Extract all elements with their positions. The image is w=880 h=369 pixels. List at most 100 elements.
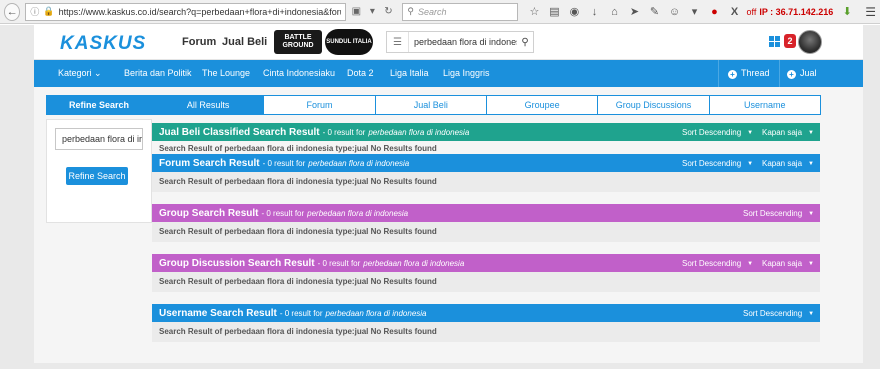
- browser-search-input[interactable]: ⚲ Search: [402, 2, 519, 21]
- caret-down-icon: ▼: [808, 161, 814, 167]
- section-body-group-discussion: Search Result of perbedaan flora di indo…: [152, 272, 820, 292]
- tab-group-discussions[interactable]: Group Discussions: [597, 95, 710, 115]
- time-dropdown[interactable]: Kapan saja ▼: [762, 159, 814, 168]
- section-body-username: Search Result of perbedaan flora di indo…: [152, 322, 820, 342]
- download-icon[interactable]: ↓: [584, 6, 604, 18]
- site-header: KASKUS Forum Jual Beli BATTLE GROUND SUN…: [34, 25, 863, 60]
- section-header-jual-beli: Jual Beli Classified Search Result - 0 r…: [152, 123, 820, 141]
- result-tabs: All Results Forum Jual Beli Groupee Grou…: [152, 95, 821, 115]
- nav-item-cinta-indonesiaku[interactable]: Cinta Indonesiaku: [263, 68, 335, 78]
- time-dropdown[interactable]: Kapan saja ▼: [762, 128, 814, 137]
- nav-item-liga-italia[interactable]: Liga Italia: [390, 68, 429, 78]
- pocket-icon[interactable]: ◉: [564, 5, 584, 18]
- refine-search-input[interactable]: perbedaan flora di ir: [55, 128, 143, 150]
- section-body-group: Search Result of perbedaan flora di indo…: [152, 222, 820, 242]
- notification-badge[interactable]: 2: [784, 34, 796, 48]
- sundul-italia-badge[interactable]: SUNDUL ITALIA: [325, 29, 373, 55]
- plus-icon: +: [728, 70, 737, 79]
- thread-label: Thread: [741, 68, 770, 78]
- extension-icon[interactable]: ▣: [348, 6, 364, 17]
- tab-forum[interactable]: Forum: [263, 95, 376, 115]
- caret-down-icon: ▼: [808, 311, 815, 317]
- star-icon[interactable]: ☆: [524, 5, 544, 18]
- site-search[interactable]: ☰ perbedaan flora di indonesia ⚲: [386, 31, 534, 53]
- nav-item-dota-2[interactable]: Dota 2: [347, 68, 374, 78]
- section-header-forum: Forum Search Result - 0 result for perbe…: [152, 154, 820, 172]
- new-thread-button[interactable]: + Thread: [728, 68, 770, 79]
- hamburger-menu-icon[interactable]: ☰: [865, 5, 876, 19]
- section-count: - 0 result for: [317, 258, 361, 268]
- section-query: perbedaan flora di indonesia: [308, 158, 410, 168]
- x-icon[interactable]: X: [724, 6, 744, 18]
- apps-grid-icon[interactable]: [769, 36, 780, 47]
- ip-off-label: off: [746, 6, 757, 17]
- reading-list-icon[interactable]: ▤: [544, 5, 564, 18]
- section-title: Username Search Result: [159, 307, 277, 319]
- section-title: Forum Search Result: [159, 157, 260, 169]
- address-bar[interactable]: ⓘ 🔒 https://www.kaskus.co.id/search?q=pe…: [25, 2, 347, 21]
- sort-dropdown[interactable]: Sort Descending ▼: [682, 159, 753, 168]
- kaskus-page: KASKUS Forum Jual Beli BATTLE GROUND SUN…: [34, 25, 863, 363]
- avatar[interactable]: [798, 30, 822, 54]
- section-count: - 0 result for: [261, 208, 305, 218]
- sort-label: Sort Descending: [743, 309, 803, 318]
- chevron-down-icon: ⌄: [94, 68, 102, 78]
- url-text: https://www.kaskus.co.id/search?q=perbed…: [58, 6, 342, 17]
- site-search-input[interactable]: perbedaan flora di indonesia: [409, 37, 517, 47]
- kaskus-logo[interactable]: KASKUS: [60, 33, 146, 55]
- section-count: - 0 result for: [279, 308, 323, 318]
- tab-groupee[interactable]: Groupee: [485, 95, 599, 115]
- search-icon: ⚲: [407, 6, 414, 16]
- caret-down-icon: ▼: [747, 261, 754, 267]
- section-title: Group Discussion Search Result: [159, 257, 315, 269]
- back-icon[interactable]: ←: [4, 2, 21, 21]
- sort-dropdown[interactable]: Sort Descending ▼: [743, 209, 814, 218]
- section-query: perbedaan flora di indonesia: [325, 308, 427, 318]
- section-body-forum: Search Result of perbedaan flora di indo…: [152, 172, 820, 192]
- battleground-badge[interactable]: BATTLE GROUND: [274, 30, 322, 54]
- nav-divider: [718, 60, 719, 87]
- page-background: KASKUS Forum Jual Beli BATTLE GROUND SUN…: [0, 25, 880, 369]
- search-menu-icon[interactable]: ☰: [387, 32, 409, 52]
- time-dropdown[interactable]: Kapan saja ▼: [762, 259, 814, 268]
- emoji-icon[interactable]: ☺: [664, 6, 684, 18]
- section-count: - 0 result for: [262, 158, 306, 168]
- refine-panel: perbedaan flora di ir Refine Search: [46, 119, 152, 223]
- section-header-group-discussion: Group Discussion Search Result - 0 resul…: [152, 254, 820, 272]
- browser-toolbar: ← ⓘ 🔒 https://www.kaskus.co.id/search?q=…: [0, 0, 880, 24]
- tab-username[interactable]: Username: [708, 95, 821, 115]
- menu-dropdown-icon[interactable]: ▾: [684, 5, 704, 18]
- sort-dropdown[interactable]: Sort Descending ▼: [743, 309, 814, 318]
- info-icon[interactable]: ⓘ: [30, 5, 39, 18]
- ip-address: IP : 36.71.142.216: [759, 6, 834, 17]
- download-arrow-icon[interactable]: ⬇: [837, 5, 857, 18]
- home-icon[interactable]: ⌂: [604, 6, 624, 18]
- nav-item-the-lounge[interactable]: The Lounge: [202, 68, 250, 78]
- nav-item-berita-dan-politik[interactable]: Berita dan Politik: [124, 68, 192, 78]
- nav-item-liga-inggris[interactable]: Liga Inggris: [443, 68, 490, 78]
- site-search-icon[interactable]: ⚲: [517, 37, 533, 48]
- new-jual-button[interactable]: + Jual: [787, 68, 817, 79]
- browser-search-placeholder: Search: [418, 6, 447, 17]
- send-icon[interactable]: ➤: [624, 5, 644, 18]
- sort-dropdown[interactable]: Sort Descending ▼: [682, 128, 753, 137]
- time-label: Kapan saja: [762, 159, 803, 168]
- nav-jual-beli[interactable]: Jual Beli: [222, 36, 267, 48]
- time-label: Kapan saja: [762, 259, 803, 268]
- refine-search-title: Refine Search: [46, 95, 152, 115]
- tab-jual-beli[interactable]: Jual Beli: [374, 95, 487, 115]
- tab-all-results[interactable]: All Results: [152, 95, 265, 115]
- time-label: Kapan saja: [762, 128, 803, 137]
- adblock-icon[interactable]: ●: [704, 6, 724, 18]
- pen-icon[interactable]: ✎: [644, 5, 664, 18]
- sort-label: Sort Descending: [682, 128, 742, 137]
- sort-dropdown[interactable]: Sort Descending ▼: [682, 259, 753, 268]
- jual-label: Jual: [800, 68, 817, 78]
- refine-search-button[interactable]: Refine Search: [66, 167, 128, 185]
- kategori-dropdown[interactable]: Kategori ⌄: [58, 68, 102, 79]
- section-title: Group Search Result: [159, 207, 259, 219]
- dropdown-icon[interactable]: ▾: [364, 6, 380, 17]
- section-title: Jual Beli Classified Search Result: [159, 126, 320, 138]
- reload-icon[interactable]: ↻: [380, 6, 396, 17]
- nav-forum[interactable]: Forum: [182, 36, 216, 48]
